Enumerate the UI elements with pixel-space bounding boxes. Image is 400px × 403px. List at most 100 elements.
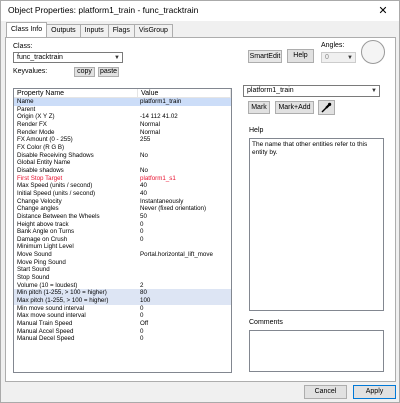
table-row[interactable]: Manual Decel Speed 0	[14, 335, 231, 343]
property-value-cell: 40	[140, 189, 147, 197]
table-row[interactable]: FX Amount (0 - 255) 255	[14, 136, 231, 144]
property-value-cell: Normal	[140, 120, 160, 128]
table-row[interactable]: Min pitch (1-255, > 100 = higher) 80	[14, 289, 231, 298]
table-row[interactable]: Min move sound interval 0	[14, 305, 231, 313]
tab-class-info[interactable]: Class Info	[6, 22, 48, 37]
property-value-cell: Off	[140, 320, 149, 328]
table-row[interactable]: Name platform1_train	[14, 98, 231, 106]
property-name-cell: Max pitch (1-255, > 100 = higher)	[17, 297, 109, 305]
tab-inputs[interactable]: Inputs	[79, 24, 109, 37]
table-row[interactable]: Max Speed (units / second) 40	[14, 182, 231, 190]
table-row[interactable]: Distance Between the Wheels 50	[14, 213, 231, 221]
eyedropper-button[interactable]	[318, 100, 335, 115]
table-row[interactable]: Disable Receiving Shadows No	[14, 152, 231, 160]
table-row[interactable]: Stop Sound	[14, 274, 231, 282]
keyvalues-label: Keyvalues:	[13, 68, 48, 75]
cancel-button[interactable]: Cancel	[304, 385, 347, 399]
tab-flags[interactable]: Flags	[107, 24, 135, 37]
comments-textarea[interactable]	[249, 330, 384, 372]
property-value-cell	[138, 159, 231, 167]
property-name-cell: Move Sound	[17, 251, 52, 259]
keyvalues-grid[interactable]: Property Name Value Name platform1_train P…	[13, 88, 232, 373]
property-value-cell	[138, 144, 231, 152]
table-row[interactable]: Change angles Never (fixed orientation)	[14, 205, 231, 213]
table-row[interactable]: Volume (10 = loudest) 2	[14, 282, 231, 290]
property-value-cell: 0	[140, 312, 144, 320]
column-header-value[interactable]: Value	[138, 89, 231, 97]
copy-button[interactable]: copy	[74, 67, 95, 77]
property-name-cell: Global Entity Name	[17, 159, 71, 167]
close-icon[interactable]: ✕	[368, 1, 398, 21]
property-name-cell: Manual Accel Speed	[17, 327, 74, 335]
property-value-cell: No	[140, 166, 148, 174]
property-name-cell: Manual Train Speed	[17, 320, 73, 328]
property-name-cell: Volume (10 = loudest)	[17, 281, 78, 289]
class-value: func_tracktrain	[17, 54, 63, 61]
table-row[interactable]: Render FX Normal	[14, 121, 231, 129]
table-row[interactable]: Minimum Light Level	[14, 243, 231, 251]
property-name-cell: Disable Receiving Shadows	[17, 151, 94, 159]
property-name-cell: Origin (X Y Z)	[17, 113, 55, 121]
property-name-cell: Stop Sound	[17, 274, 50, 282]
property-name-cell: Render Mode	[17, 128, 55, 136]
tab-visgroup[interactable]: VisGroup	[133, 24, 173, 37]
title-bar: Object Properties: platform1_train - fun…	[1, 1, 399, 21]
table-row[interactable]: Move Ping Sound	[14, 259, 231, 267]
table-row[interactable]: Height above track 0	[14, 221, 231, 229]
paste-button[interactable]: paste	[98, 67, 119, 77]
property-name-cell: FX Color (R G B)	[17, 143, 65, 151]
property-value-cell	[138, 266, 231, 274]
column-header-property-name[interactable]: Property Name	[14, 89, 138, 97]
table-row[interactable]: Disable shadows No	[14, 167, 231, 175]
eyedropper-icon	[321, 102, 332, 113]
smartedit-toggle[interactable]: SmartEdit	[248, 50, 282, 63]
mark-add-button[interactable]: Mark+Add	[275, 101, 314, 114]
table-row[interactable]: Move Sound Portal.horizontal_lift_move	[14, 251, 231, 259]
property-value-cell: 50	[140, 212, 147, 220]
table-row[interactable]: Start Sound	[14, 266, 231, 274]
table-row[interactable]: Render Mode Normal	[14, 129, 231, 137]
table-row[interactable]: Global Entity Name	[14, 159, 231, 167]
table-row[interactable]: Max pitch (1-255, > 100 = higher) 100	[14, 297, 231, 305]
table-row[interactable]: Origin (X Y Z) -14 112 41.02	[14, 113, 231, 121]
table-row[interactable]: Manual Train Speed Off	[14, 320, 231, 328]
class-select[interactable]: func_tracktrain ▼	[13, 52, 123, 63]
table-row[interactable]: Bank Angle on Turns 0	[14, 228, 231, 236]
angle-dial[interactable]	[361, 40, 385, 64]
property-value-cell: 0	[140, 220, 144, 228]
angles-label: Angles:	[321, 42, 345, 49]
property-name-cell: Parent	[17, 105, 36, 113]
table-row[interactable]: Manual Accel Speed 0	[14, 328, 231, 336]
property-value-cell: 80	[140, 289, 147, 297]
property-name-cell: Disable shadows	[17, 166, 64, 174]
property-name-cell: Change angles	[17, 205, 59, 213]
property-name-cell: Name	[17, 98, 34, 105]
property-value-cell: 0	[140, 304, 144, 312]
class-label: Class:	[13, 43, 33, 50]
table-row[interactable]: FX Color (R G B)	[14, 144, 231, 152]
mark-button[interactable]: Mark	[248, 101, 270, 114]
property-value-cell: platform1_train	[140, 98, 182, 105]
property-name-cell: Min pitch (1-255, > 100 = higher)	[17, 289, 107, 297]
keyvalue-value-combo[interactable]: platform1_train ▼	[243, 85, 380, 97]
angles-select[interactable]: 0 ▼	[321, 52, 356, 63]
property-value-cell: Instantaneously	[140, 197, 184, 205]
table-row[interactable]: Damage on Crush 0	[14, 236, 231, 244]
property-name-cell: Start Sound	[17, 266, 50, 274]
property-name-cell: First Stop Target	[17, 174, 63, 182]
tab-strip: Class Info Outputs Inputs Flags VisGroup	[6, 22, 173, 38]
property-value-cell: 0	[140, 327, 144, 335]
table-row[interactable]: Initial Speed (units / second) 40	[14, 190, 231, 198]
table-row[interactable]: Parent	[14, 106, 231, 114]
property-name-cell: Manual Decel Speed	[17, 335, 75, 343]
property-name-cell: Render FX	[17, 120, 47, 128]
angles-value: 0	[325, 54, 329, 61]
tab-outputs[interactable]: Outputs	[46, 24, 81, 37]
table-row[interactable]: Max move sound interval 0	[14, 312, 231, 320]
apply-button[interactable]: Apply	[353, 385, 396, 399]
help-button[interactable]: Help	[287, 49, 314, 63]
table-row[interactable]: First Stop Target platform1_s1	[14, 175, 231, 183]
property-name-cell: Height above track	[17, 220, 69, 228]
table-row[interactable]: Change Velocity Instantaneously	[14, 198, 231, 206]
property-value-cell	[138, 259, 231, 267]
